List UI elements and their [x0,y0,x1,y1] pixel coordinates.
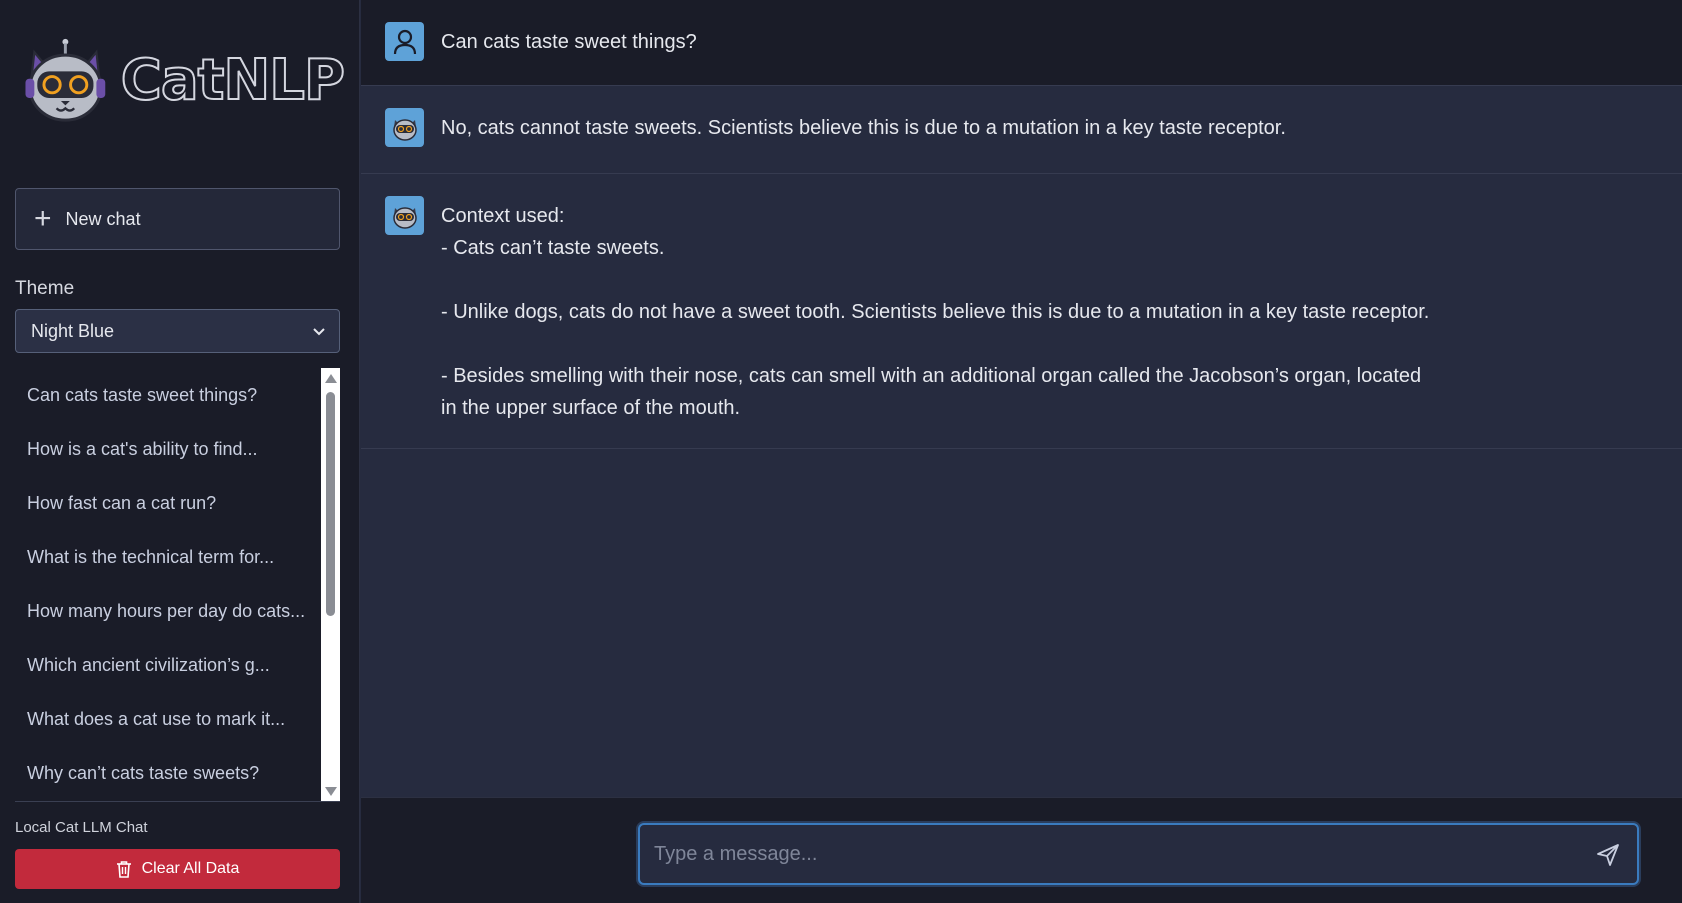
chevron-down-icon [313,328,325,336]
cat-robot-logo-icon [25,38,106,122]
trash-icon [116,861,131,878]
history-scrollbar[interactable] [321,368,340,802]
history-item[interactable]: How is a cat's ability to find... [15,422,340,476]
theme-select-value: Night Blue [31,320,115,341]
history-item[interactable]: How many hours per day do cats... [15,584,340,638]
clear-all-data-label: Clear All Data [141,860,240,877]
scroll-down-arrow-icon[interactable] [325,787,337,796]
bot-message: No, cats cannot taste sweets. Scientists… [361,86,1682,174]
user-message: Can cats taste sweet things? [361,0,1682,86]
user-avatar [385,22,424,61]
send-icon[interactable] [1595,842,1621,868]
history-item[interactable]: Can cats taste sweet things? [15,368,340,422]
bot-context-message: Context used: - Cats can’t taste sweets.… [361,174,1682,449]
app-logo: CatNLP [24,18,346,143]
scroll-up-arrow-icon[interactable] [325,374,337,383]
context-text: Context used: - Cats can’t taste sweets.… [441,200,1441,424]
message-input[interactable] [654,839,1554,869]
history-item[interactable]: What is the technical term for... [15,530,340,584]
cat-robot-icon [392,118,417,141]
user-icon [393,29,416,54]
clear-all-data-button[interactable]: Clear All Data [15,849,340,889]
footer-label: Local Cat LLM Chat [15,819,148,836]
message-text: Can cats taste sweet things? [441,31,697,53]
sidebar: CatNLP + New chat Theme Night Blue Can c… [0,0,360,903]
app-name: CatNLP [120,47,346,114]
scroll-thumb[interactable] [326,392,335,616]
context-title: Context used: [441,205,565,227]
chat-main: Can cats taste sweet things? No, cats ca… [361,0,1682,903]
message-input-box[interactable] [638,823,1639,885]
bot-avatar [385,108,424,147]
new-chat-button[interactable]: + New chat [15,188,340,250]
history-item[interactable]: What does a cat use to mark it... [15,692,340,746]
context-item: - Cats can’t taste sweets. [441,237,665,259]
bot-avatar [385,196,424,235]
new-chat-label: New chat [65,208,141,229]
context-item: - Besides smelling with their nose, cats… [441,365,1422,419]
chat-history-list: Can cats taste sweet things? How is a ca… [15,368,340,802]
history-item[interactable]: Why can’t cats taste sweets? [15,746,340,800]
history-item[interactable]: Which ancient civilization’s g... [15,638,340,692]
cat-robot-icon [392,206,417,229]
context-item: - Unlike dogs, cats do not have a sweet … [441,301,1430,323]
input-area [361,797,1682,903]
history-item[interactable]: How fast can a cat run? [15,476,340,530]
divider [15,801,340,802]
message-text: No, cats cannot taste sweets. Scientists… [441,117,1286,139]
theme-label: Theme [15,278,75,299]
theme-select[interactable]: Night Blue [15,309,340,353]
plus-icon: + [34,202,52,235]
